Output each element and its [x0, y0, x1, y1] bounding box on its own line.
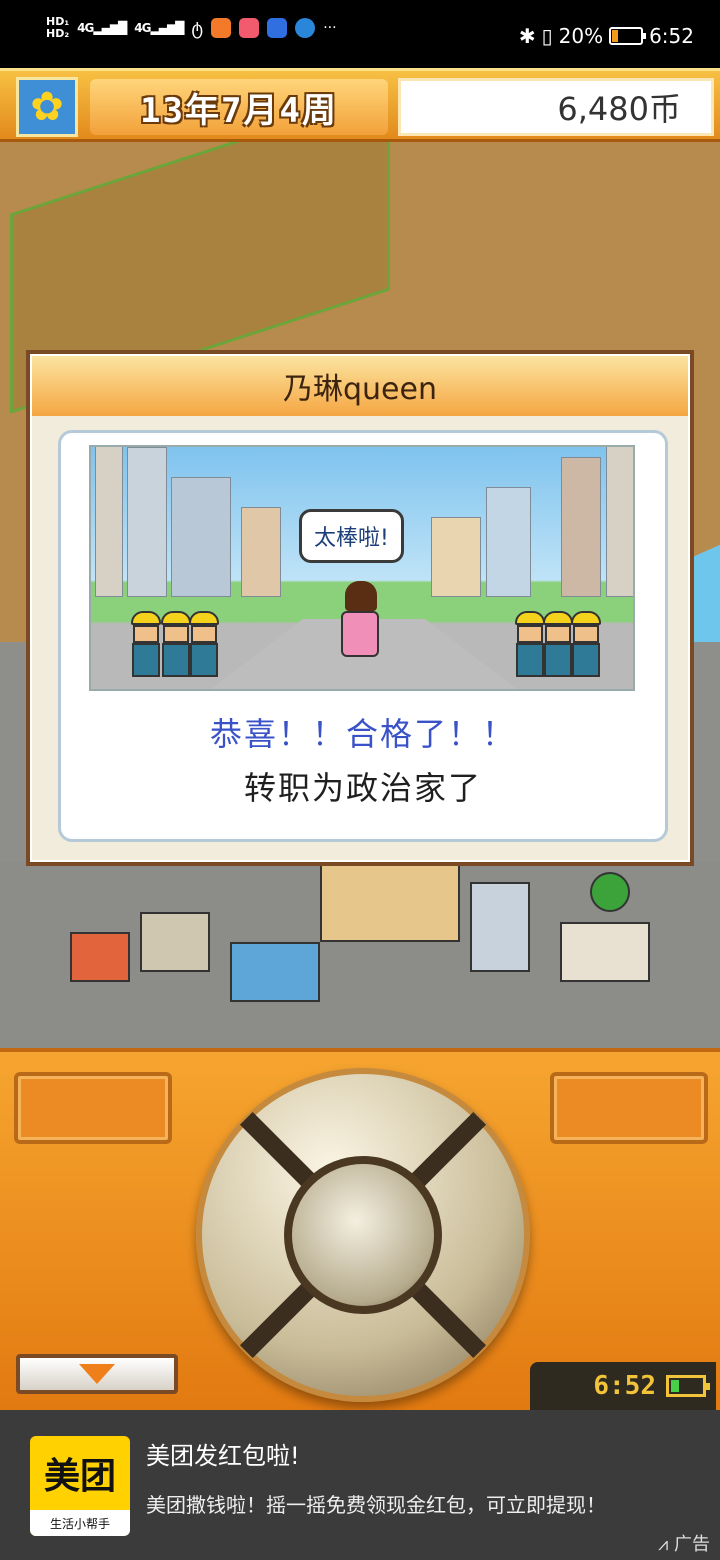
skyscraper — [171, 477, 231, 597]
skyscraper — [127, 447, 167, 597]
logo-text: 美团 — [43, 1456, 116, 1497]
worker-sprite — [161, 611, 191, 681]
status-right: ✱ ▯ 20% 6:52 — [519, 24, 694, 48]
building — [230, 942, 320, 1002]
game-clock: 6:52 — [530, 1362, 716, 1410]
worker-sprite — [515, 611, 545, 681]
hd-indicator: HD₁ HD₂ — [46, 16, 69, 40]
directional-pad[interactable] — [196, 1068, 530, 1402]
game-header: ✿ 13年7月4周 6,480币 — [0, 68, 720, 142]
battery-icon — [666, 1375, 710, 1397]
baidu-icon — [267, 18, 288, 38]
dpad-center-button[interactable] — [284, 1156, 442, 1314]
status-left: HD₁ HD₂ 4G▂▄▆█ 4G▂▄▆█ ტ ··· — [46, 16, 337, 40]
book-app-icon — [239, 18, 260, 38]
control-panel: 6:52 — [0, 1048, 720, 1410]
plaza — [320, 862, 460, 942]
ad-icon: ⩘ — [658, 1534, 674, 1555]
menu-down-button[interactable] — [16, 1354, 178, 1394]
ad-title: 美团发红包啦! — [146, 1442, 300, 1470]
worker-sprite — [189, 611, 219, 681]
netease-icon: ტ — [191, 17, 204, 39]
battery-icon — [609, 27, 647, 45]
ad-banner[interactable]: 美团 生活小帮手 美团发红包啦! 美团撒钱啦！摇一摇免费领现金红包，可立即提现！… — [0, 1410, 720, 1560]
signal-2-icon: 4G▂▄▆█ — [134, 21, 184, 35]
ad-description: 美团撒钱啦！摇一摇免费领现金红包，可立即提现！ — [146, 1493, 606, 1517]
dialog-body: 太棒啦! 恭喜！！合格了！！ 转职为政治家了 — [58, 430, 668, 842]
left-soft-button[interactable] — [14, 1072, 172, 1144]
worker-sprite — [543, 611, 573, 681]
signal-1-icon: 4G▂▄▆█ — [77, 21, 127, 35]
building — [70, 932, 130, 982]
speech-bubble: 太棒啦! — [299, 509, 404, 563]
game-date: 13年7月4周 — [90, 79, 388, 135]
character-sprite — [341, 581, 381, 671]
worker-sprite — [571, 611, 601, 681]
building — [560, 922, 650, 982]
ad-label: ⩘ 广告 — [658, 1534, 710, 1555]
celebration-scene: 太棒啦! — [89, 445, 635, 691]
status-bar: HD₁ HD₂ 4G▂▄▆█ 4G▂▄▆█ ტ ··· ✱ ▯ 20% 6:52 — [0, 0, 720, 68]
sunflower-season-icon: ✿ — [16, 77, 78, 137]
skyscraper — [95, 447, 123, 597]
money-display: 6,480币 — [398, 78, 714, 136]
vibrate-icon: ▯ — [541, 24, 553, 48]
hd-bottom: HD₂ — [46, 27, 70, 40]
skyscraper — [431, 517, 481, 597]
browser-icon — [295, 18, 316, 38]
meituan-logo: 美团 生活小帮手 — [30, 1436, 130, 1536]
building — [140, 912, 210, 972]
right-soft-button[interactable] — [550, 1072, 708, 1144]
building — [470, 882, 530, 972]
skyscraper — [241, 507, 281, 597]
status-time: 6:52 — [649, 24, 694, 48]
promotion-dialog[interactable]: 乃琳queen 太棒啦! 恭喜！！合格了！！ 转职为政治家了 — [26, 350, 694, 866]
skyscraper — [486, 487, 531, 597]
dialog-title: 乃琳queen — [32, 356, 688, 416]
logo-subtext: 生活小帮手 — [30, 1510, 130, 1536]
job-change-message: 转职为政治家了 — [243, 769, 482, 807]
more-notifications-icon: ··· — [323, 20, 337, 36]
worker-sprite — [131, 611, 161, 681]
town-area — [0, 862, 720, 1048]
skyscraper — [606, 447, 633, 597]
down-arrow-icon — [79, 1364, 115, 1384]
clock-time: 6:52 — [593, 1371, 656, 1401]
skyscraper — [561, 457, 601, 597]
congrats-message: 恭喜！！合格了！！ — [209, 715, 516, 753]
bluetooth-icon: ✱ — [518, 24, 536, 48]
trees — [590, 872, 630, 912]
battery-percent: 20% — [558, 24, 604, 48]
video-app-icon — [211, 18, 232, 38]
